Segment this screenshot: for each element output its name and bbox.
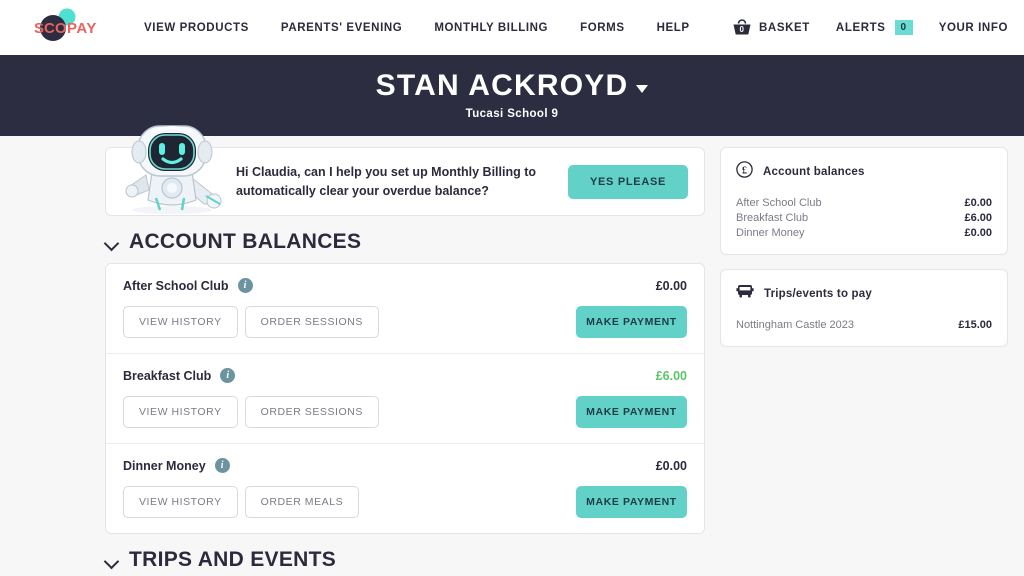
pound-circle-icon: £ bbox=[736, 161, 753, 183]
make-payment-button[interactable]: MAKE PAYMENT bbox=[576, 486, 687, 518]
nav-link-monthly-billing[interactable]: MONTHLY BILLING bbox=[434, 22, 548, 34]
scopay-logo[interactable]: S C O PAY bbox=[30, 8, 110, 48]
sidebar-balance-label: Breakfast Club bbox=[736, 211, 809, 224]
order-meals-button[interactable]: ORDER MEALS bbox=[244, 486, 360, 518]
account-row-actions: VIEW HISTORY ORDER SESSIONS MAKE PAYMENT bbox=[123, 306, 687, 338]
info-icon[interactable]: i bbox=[237, 278, 253, 293]
basket-label: BASKET bbox=[759, 21, 810, 34]
account-row-header: After School Club i £0.00 bbox=[123, 278, 687, 293]
basket-icon: 0 bbox=[732, 18, 752, 37]
panel-title: Account balances bbox=[763, 166, 865, 178]
account-balance: £0.00 bbox=[655, 458, 687, 473]
page-title: STAN ACKROYD bbox=[376, 71, 649, 101]
content-columns: Hi Claudia, can I help you set up Monthl… bbox=[18, 125, 1008, 534]
info-icon[interactable]: i bbox=[220, 368, 236, 383]
page-content: Hi Claudia, can I help you set up Monthl… bbox=[0, 125, 1024, 572]
nav-link-forms[interactable]: FORMS bbox=[580, 22, 625, 34]
bus-icon bbox=[736, 283, 754, 305]
make-payment-button[interactable]: MAKE PAYMENT bbox=[576, 306, 687, 338]
sidebar-trip-value: £15.00 bbox=[958, 318, 992, 331]
sidebar-trip-label: Nottingham Castle 2023 bbox=[736, 318, 855, 331]
trips-and-events-title: TRIPS AND EVENTS bbox=[129, 548, 337, 571]
nav-link-parents-evening[interactable]: PARENTS' EVENING bbox=[281, 22, 402, 34]
sidebar-column: £ Account balances After School Club £0.… bbox=[720, 147, 1008, 534]
panel-title: Trips/events to pay bbox=[764, 288, 872, 300]
svg-text:O: O bbox=[55, 20, 67, 37]
account-balances-title: ACCOUNT BALANCES bbox=[129, 230, 362, 253]
order-sessions-button[interactable]: ORDER SESSIONS bbox=[244, 396, 379, 428]
svg-text:S: S bbox=[34, 20, 45, 37]
primary-nav-links: VIEW PRODUCTS PARENTS' EVENING MONTHLY B… bbox=[144, 22, 690, 34]
account-name: Dinner Money bbox=[123, 458, 206, 473]
student-name: STAN ACKROYD bbox=[375, 69, 629, 102]
account-name: Breakfast Club bbox=[123, 368, 212, 383]
account-balances-section-header[interactable]: ACCOUNT BALANCES bbox=[105, 230, 705, 254]
sidebar-balance-row: Breakfast Club £6.00 bbox=[736, 210, 992, 225]
sidebar-trips-panel: Trips/events to pay Nottingham Castle 20… bbox=[720, 269, 1008, 347]
sidebar-account-balances-panel: £ Account balances After School Club £0.… bbox=[720, 147, 1008, 255]
alerts-label: ALERTS bbox=[835, 21, 886, 34]
panel-header: Trips/events to pay bbox=[736, 283, 992, 305]
chevron-down-icon[interactable] bbox=[636, 85, 649, 93]
main-column: Hi Claudia, can I help you set up Monthl… bbox=[105, 125, 705, 534]
nav-link-view-products[interactable]: VIEW PRODUCTS bbox=[144, 22, 249, 34]
nav-link-help[interactable]: HELP bbox=[657, 22, 690, 34]
account-list: After School Club i £0.00 VIEW HISTORY O… bbox=[105, 263, 705, 534]
your-info-button[interactable]: YOUR INFO bbox=[939, 22, 1008, 34]
account-row-header: Dinner Money i £0.00 bbox=[123, 458, 687, 473]
top-navigation-bar: S C O PAY VIEW PRODUCTS PARENTS' EVENING… bbox=[0, 0, 1024, 55]
info-icon[interactable]: i bbox=[214, 458, 230, 473]
svg-text:PAY: PAY bbox=[67, 20, 97, 37]
account-balance: £0.00 bbox=[655, 278, 687, 293]
account-row-dinner-money: Dinner Money i £0.00 VIEW HISTORY ORDER … bbox=[106, 444, 704, 533]
sidebar-balance-value: £6.00 bbox=[964, 211, 992, 224]
svg-text:C: C bbox=[44, 20, 55, 37]
sidebar-balance-row: After School Club £0.00 bbox=[736, 195, 992, 210]
order-sessions-button[interactable]: ORDER SESSIONS bbox=[244, 306, 379, 338]
alerts-count-badge: 0 bbox=[894, 20, 913, 35]
basket-count: 0 bbox=[739, 25, 745, 34]
account-row-actions: VIEW HISTORY ORDER MEALS MAKE PAYMENT bbox=[123, 486, 687, 518]
svg-text:£: £ bbox=[742, 165, 747, 176]
sidebar-trip-row: Nottingham Castle 2023 £15.00 bbox=[736, 317, 992, 332]
your-info-label: YOUR INFO bbox=[938, 21, 1008, 34]
sidebar-balance-value: £0.00 bbox=[964, 196, 992, 209]
yes-please-button[interactable]: YES PLEASE bbox=[568, 164, 688, 199]
view-history-button[interactable]: VIEW HISTORY bbox=[123, 396, 238, 428]
account-row-after-school-club: After School Club i £0.00 VIEW HISTORY O… bbox=[106, 264, 704, 354]
promo-message: Hi Claudia, can I help you set up Monthl… bbox=[236, 165, 537, 198]
monthly-billing-promo-banner: Hi Claudia, can I help you set up Monthl… bbox=[105, 125, 705, 216]
chevron-down-icon[interactable] bbox=[105, 554, 118, 567]
sidebar-balance-label: Dinner Money bbox=[736, 226, 805, 239]
view-history-button[interactable]: VIEW HISTORY bbox=[123, 306, 238, 338]
chevron-down-icon[interactable] bbox=[105, 236, 118, 249]
view-history-button[interactable]: VIEW HISTORY bbox=[123, 486, 238, 518]
sidebar-balance-value: £0.00 bbox=[964, 226, 992, 239]
account-row-breakfast-club: Breakfast Club i £6.00 VIEW HISTORY ORDE… bbox=[106, 354, 704, 444]
account-balance: £6.00 bbox=[655, 368, 687, 383]
secondary-nav-links: 0 BASKET ALERTS 0 YOUR INFO bbox=[732, 18, 1008, 37]
sidebar-balance-row: Dinner Money £0.00 bbox=[736, 225, 992, 240]
make-payment-button[interactable]: MAKE PAYMENT bbox=[576, 396, 687, 428]
account-name: After School Club bbox=[123, 278, 229, 293]
panel-header: £ Account balances bbox=[736, 161, 992, 183]
account-row-actions: VIEW HISTORY ORDER SESSIONS MAKE PAYMENT bbox=[123, 396, 687, 428]
school-name: Tucasi School 9 bbox=[465, 108, 559, 120]
robot-assistant-icon bbox=[116, 120, 228, 215]
account-row-header: Breakfast Club i £6.00 bbox=[123, 368, 687, 383]
basket-button[interactable]: 0 BASKET bbox=[732, 18, 810, 37]
trips-and-events-section-header[interactable]: TRIPS AND EVENTS bbox=[105, 548, 1006, 572]
sidebar-balance-label: After School Club bbox=[736, 196, 822, 209]
alerts-button[interactable]: ALERTS 0 bbox=[836, 20, 913, 35]
